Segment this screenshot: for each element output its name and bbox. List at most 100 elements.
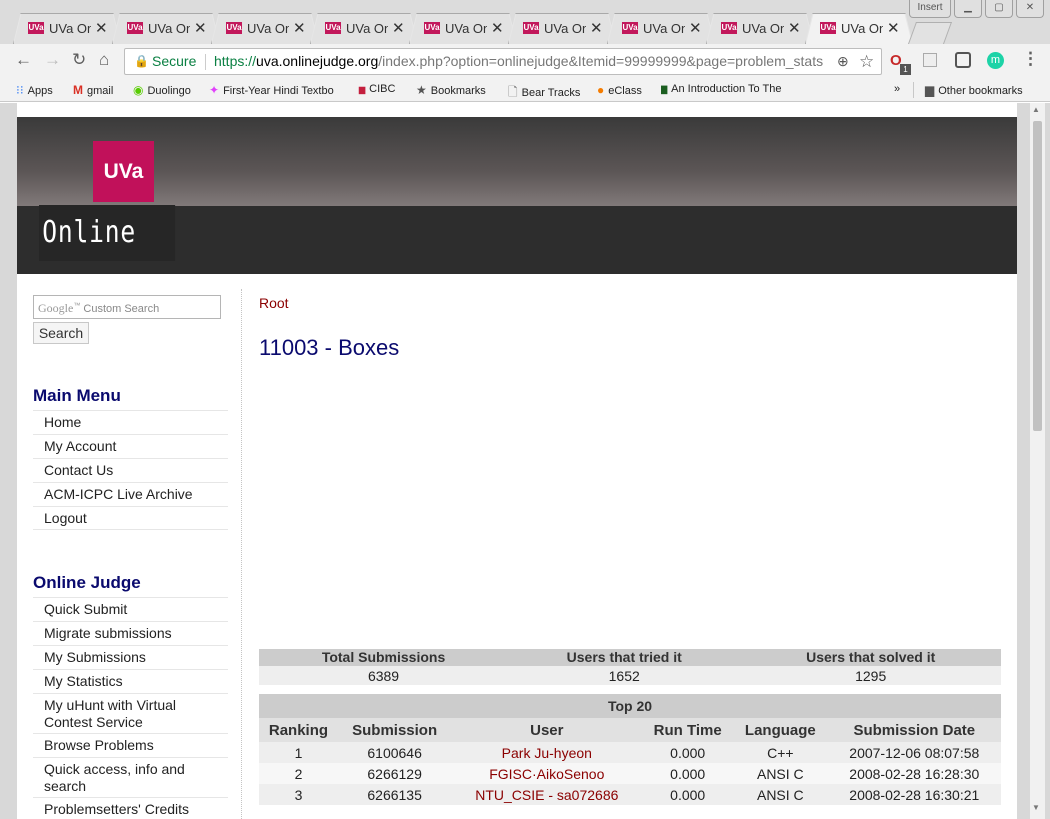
site-page: UVa Online Judge Google™ Custom Search S… xyxy=(17,103,1017,819)
tab-close-icon[interactable]: ✕ xyxy=(392,19,405,37)
cell-ranking: 1 xyxy=(259,742,338,763)
cell-language: C++ xyxy=(733,742,828,763)
uva-logo[interactable]: UVa xyxy=(93,141,154,202)
tab-close-icon[interactable]: ✕ xyxy=(788,19,801,37)
main-menu: Home My Account Contact Us ACM-ICPC Live… xyxy=(33,410,228,530)
menu-item-problemsetters-credits[interactable]: Problemsetters' Credits xyxy=(33,797,228,819)
menu-item-live-archive[interactable]: ACM-ICPC Live Archive xyxy=(33,482,228,506)
cell-user-link[interactable]: NTU_CSIE - sa072686 xyxy=(451,784,643,805)
menu-item-browse-problems[interactable]: Browse Problems xyxy=(33,733,228,757)
menu-item-my-account[interactable]: My Account xyxy=(33,434,228,458)
bookmark-gmail[interactable]: Mgmail xyxy=(73,83,113,97)
browser-tab[interactable]: UVa UVa Online Judge ✕ xyxy=(607,13,715,44)
tab-close-icon[interactable]: ✕ xyxy=(887,19,900,37)
tab-close-icon[interactable]: ✕ xyxy=(590,19,603,37)
col-header-run-time: Run Time xyxy=(642,718,734,742)
cell-user-link[interactable]: FGISC·AikoSenoo xyxy=(451,763,643,784)
cell-user-link[interactable]: Park Ju-hyeon xyxy=(451,742,643,763)
divider xyxy=(913,82,914,98)
cell-submission-date: 2008-02-28 16:28:30 xyxy=(827,763,1001,784)
cell-language: ANSI C xyxy=(733,763,828,784)
table-row: 1 6100646 Park Ju-hyeon 0.000 C++ 2007-1… xyxy=(259,742,1001,763)
close-window-button[interactable]: ✕ xyxy=(1016,0,1044,18)
tab-close-icon[interactable]: ✕ xyxy=(194,19,207,37)
stats-total-submissions: 6389 xyxy=(259,666,509,685)
menu-item-uhunt[interactable]: My uHunt with Virtual Contest Service xyxy=(33,693,228,733)
home-icon[interactable]: ⌂ xyxy=(99,50,109,70)
apps-grid-icon: ⁝⁝ xyxy=(16,83,24,97)
minimize-button[interactable]: ▁ xyxy=(954,0,982,18)
browser-tab[interactable]: UVa UVa Online Judge ✕ xyxy=(805,13,913,44)
stats-users-solved: 1295 xyxy=(740,666,1001,685)
menu-item-quick-submit[interactable]: Quick Submit xyxy=(33,597,228,621)
online-judge-menu-title: Online Judge xyxy=(33,573,141,592)
folder-icon: ▆ xyxy=(925,83,935,97)
stats-header-users-tried: Users that tried it xyxy=(508,649,741,666)
bookmark-bear-tracks[interactable]: 🗋 Bear Tracks xyxy=(508,83,580,104)
tab-close-icon[interactable]: ✕ xyxy=(95,19,108,37)
bookmark-star-icon[interactable]: ☆ xyxy=(859,49,874,74)
tab-title: UVa Online Judge xyxy=(841,21,883,36)
bookmark-sql[interactable]: ▇ An Introduction To The xyxy=(661,83,801,95)
menu-item-migrate-submissions[interactable]: Migrate submissions xyxy=(33,621,228,645)
page-scrollbar[interactable]: ▲ ▼ xyxy=(1030,103,1045,819)
url-text[interactable]: https://uva.onlinejudge.org/index.php?op… xyxy=(214,49,829,74)
browser-tab[interactable]: UVa UVa Online Judge ✕ xyxy=(409,13,517,44)
menu-item-home[interactable]: Home xyxy=(33,410,228,434)
bookmark-cibc[interactable]: ▆ CIBC xyxy=(359,83,395,95)
menu-item-quick-access[interactable]: Quick access, info and search xyxy=(33,757,228,797)
col-header-language: Language xyxy=(733,718,828,742)
browser-tab[interactable]: UVa UVa Online Judge ✕ xyxy=(112,13,220,44)
menu-item-my-statistics[interactable]: My Statistics xyxy=(33,669,228,693)
menu-item-logout[interactable]: Logout xyxy=(33,506,228,530)
browser-tab[interactable]: UVa UVa Online Judge ✕ xyxy=(508,13,616,44)
search-button[interactable]: Search xyxy=(33,322,89,344)
browser-tab[interactable]: UVa UVa Online Judge ✕ xyxy=(13,13,121,44)
bookmark-hindi[interactable]: ✦ First-Year Hindi Textbo xyxy=(209,83,345,97)
page-icon: 🗋 xyxy=(508,85,518,99)
extension-page-icon[interactable] xyxy=(923,53,937,67)
bookmark-bookmarks[interactable]: ★ Bookmarks xyxy=(416,83,486,97)
tab-close-icon[interactable]: ✕ xyxy=(491,19,504,37)
reload-icon[interactable]: ↻ xyxy=(72,50,86,70)
uva-favicon-icon: UVa xyxy=(820,22,836,34)
site-brand[interactable]: Online Judge xyxy=(39,205,176,306)
bookmark-eclass[interactable]: ● eClass xyxy=(597,83,642,97)
browser-tab[interactable]: UVa UVa Online Judge ✕ xyxy=(310,13,418,44)
tab-close-icon[interactable]: ✕ xyxy=(293,19,306,37)
scrollbar-thumb[interactable] xyxy=(1033,121,1042,431)
browser-tab[interactable]: UVa UVa Online Judge ✕ xyxy=(706,13,814,44)
tab-close-icon[interactable]: ✕ xyxy=(689,19,702,37)
menu-icon[interactable]: ⋮ xyxy=(1022,49,1039,69)
forward-icon[interactable]: → xyxy=(44,50,61,70)
menu-item-contact-us[interactable]: Contact Us xyxy=(33,458,228,482)
cell-language: ANSI C xyxy=(733,784,828,805)
address-bar[interactable]: 🔒 Secure https://uva.onlinejudge.org/ind… xyxy=(124,48,882,75)
maximize-button[interactable]: ▢ xyxy=(985,0,1013,18)
profile-avatar[interactable]: m xyxy=(987,52,1004,69)
extension-bulb-icon[interactable] xyxy=(955,52,971,68)
other-bookmarks[interactable]: ▆ Other bookmarks xyxy=(925,83,1023,97)
col-header-submission: Submission xyxy=(337,718,452,742)
back-icon[interactable]: ← xyxy=(15,50,32,70)
hindi-book-icon: ✦ xyxy=(209,83,220,97)
more-bookmarks-button[interactable]: » xyxy=(894,83,900,95)
breadcrumb-root-link[interactable]: Root xyxy=(259,295,289,311)
cell-submission: 6266135 xyxy=(337,784,452,805)
scroll-down-icon[interactable]: ▼ xyxy=(1032,803,1040,812)
tab-title: UVa Online Judge xyxy=(247,21,289,36)
menu-item-my-submissions[interactable]: My Submissions xyxy=(33,645,228,669)
new-tab-button[interactable] xyxy=(907,22,953,44)
browser-tab[interactable]: UVa UVa Online Judge ✕ xyxy=(211,13,319,44)
table-row: 3 6266135 NTU_CSIE - sa072686 0.000 ANSI… xyxy=(259,784,1001,805)
star-icon: ★ xyxy=(416,83,427,97)
scroll-up-icon[interactable]: ▲ xyxy=(1032,105,1040,114)
stats-header-total-submissions: Total Submissions xyxy=(259,649,509,666)
search-input[interactable]: Google™ Custom Search xyxy=(33,295,221,319)
zoom-icon[interactable]: ⊕ xyxy=(837,49,849,74)
window-controls: Insert ▁ ▢ ✕ xyxy=(909,0,1044,18)
bookmark-duolingo[interactable]: ◉ Duolingo xyxy=(133,83,191,97)
secure-label: Secure xyxy=(152,53,197,69)
sidebar: Google™ Custom Search Search Main Menu H… xyxy=(17,289,242,819)
bookmark-apps[interactable]: ⁝⁝ Apps xyxy=(16,83,53,97)
